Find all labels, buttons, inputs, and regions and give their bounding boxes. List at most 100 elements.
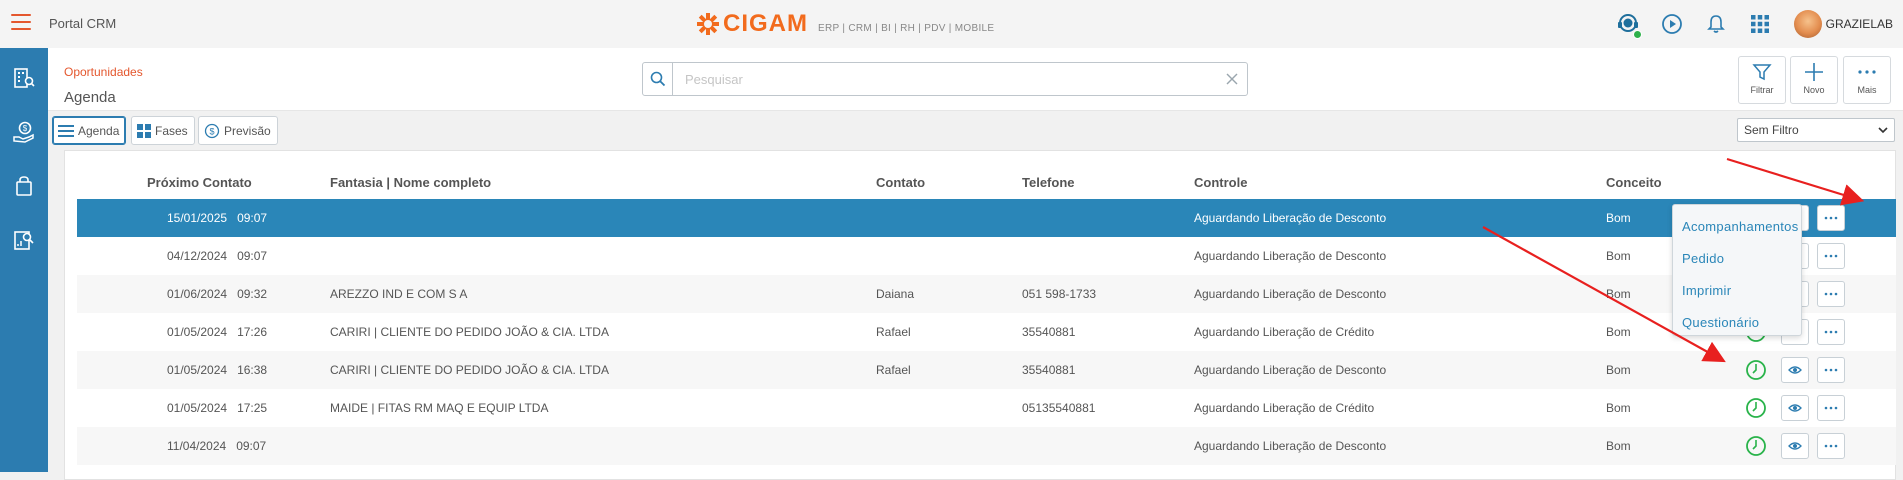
row-more-button[interactable] bbox=[1817, 205, 1845, 231]
new-button[interactable]: Novo bbox=[1790, 56, 1838, 104]
filter-icon bbox=[1752, 64, 1772, 81]
menu-item-questionario[interactable]: Questionário bbox=[1673, 307, 1801, 339]
more-dots-icon bbox=[1824, 444, 1838, 448]
row-more-button[interactable] bbox=[1817, 319, 1845, 345]
video-play-button[interactable] bbox=[1652, 4, 1692, 44]
search-input[interactable] bbox=[673, 64, 1217, 94]
svg-text:$: $ bbox=[209, 126, 214, 136]
grid-area: Próximo Contato Fantasia | Nome completo… bbox=[48, 148, 1903, 480]
search-icon bbox=[650, 71, 665, 87]
time-value: 09:07 bbox=[236, 439, 267, 453]
view-button[interactable] bbox=[1781, 433, 1809, 459]
filter-select-value: Sem Filtro bbox=[1744, 123, 1799, 137]
name-cell: CARIRI | CLIENTE DO PEDIDO JOÃO & CIA. L… bbox=[330, 313, 876, 351]
building-search-icon bbox=[14, 68, 35, 88]
table-row[interactable]: 04/12/2024 09:07 Aguardando Liberação de … bbox=[77, 237, 1896, 275]
contact-cell: Rafael bbox=[876, 351, 1022, 389]
control-cell: Aguardando Liberação de Desconto bbox=[1194, 237, 1606, 275]
close-icon bbox=[1226, 73, 1238, 85]
next-contact-cell: 01/05/2024 16:38 bbox=[147, 351, 330, 389]
concept-cell: Bom bbox=[1606, 427, 1745, 465]
opportunities-card: Próximo Contato Fantasia | Nome completo… bbox=[64, 150, 1896, 480]
sidebar-item-bag[interactable] bbox=[0, 162, 48, 210]
column-header-contact[interactable]: Contato bbox=[876, 165, 1022, 199]
top-bar: Portal CRM CIGAM ERP | CRM | BI | RH | P… bbox=[0, 0, 1903, 48]
row-more-button[interactable] bbox=[1817, 357, 1845, 383]
table-row[interactable]: 01/05/2024 16:38 CARIRI | CLIENTE DO PEDI… bbox=[77, 351, 1896, 389]
apps-grid-button[interactable] bbox=[1740, 4, 1780, 44]
table-row[interactable]: 01/05/2024 17:26 CARIRI | CLIENTE DO PEDI… bbox=[77, 313, 1896, 351]
table-row[interactable]: 15/01/2025 09:07 Aguardando Liberação de … bbox=[77, 199, 1896, 237]
sidebar-item-building-search[interactable] bbox=[0, 54, 48, 102]
plus-icon bbox=[1805, 63, 1823, 81]
more-button[interactable]: Mais bbox=[1843, 56, 1891, 104]
filter-select[interactable]: Sem Filtro bbox=[1737, 118, 1895, 142]
menu-item-acompanhamentos[interactable]: Acompanhamentos bbox=[1673, 211, 1801, 243]
date-value: 01/05/2024 bbox=[167, 325, 228, 339]
sidebar: $ bbox=[0, 48, 48, 472]
more-dots-icon bbox=[1824, 216, 1838, 220]
clock-icon[interactable] bbox=[1745, 359, 1767, 381]
search-button[interactable] bbox=[643, 63, 673, 95]
time-value: 09:32 bbox=[237, 287, 268, 301]
logo-subtitle: ERP | CRM | BI | RH | PDV | MOBILE bbox=[818, 22, 995, 34]
money-circle-icon: $ bbox=[204, 123, 220, 139]
menu-item-pedido[interactable]: Pedido bbox=[1673, 243, 1801, 275]
row-more-button[interactable] bbox=[1817, 433, 1845, 459]
column-header-name[interactable]: Fantasia | Nome completo bbox=[330, 165, 876, 199]
play-circle-icon bbox=[1661, 14, 1682, 34]
tab-fases-label: Fases bbox=[155, 123, 188, 138]
time-value: 09:07 bbox=[237, 211, 268, 225]
date-value: 11/04/2024 bbox=[167, 439, 227, 453]
column-header-phone[interactable]: Telefone bbox=[1022, 165, 1194, 199]
next-contact-cell: 01/05/2024 17:25 bbox=[147, 389, 330, 427]
row-actions-cell bbox=[1745, 389, 1896, 427]
clock-icon[interactable] bbox=[1745, 397, 1767, 419]
menu-item-imprimir[interactable]: Imprimir bbox=[1673, 275, 1801, 307]
table-row[interactable]: 11/04/2024 09:07 Aguardando Liberação de … bbox=[77, 427, 1896, 465]
notifications-button[interactable] bbox=[1696, 4, 1736, 44]
row-more-button[interactable] bbox=[1817, 243, 1845, 269]
time-value: 16:38 bbox=[237, 363, 268, 377]
page-title: Agenda bbox=[64, 89, 116, 106]
row-actions-dropdown: Acompanhamentos Pedido Imprimir Question… bbox=[1672, 204, 1802, 336]
more-label: Mais bbox=[1857, 85, 1877, 95]
shopping-bag-icon bbox=[16, 176, 32, 196]
control-cell: Aguardando Liberação de Crédito bbox=[1194, 313, 1606, 351]
more-dots-icon bbox=[1824, 368, 1838, 372]
date-value: 01/05/2024 bbox=[167, 363, 228, 377]
breadcrumb[interactable]: Oportunidades bbox=[64, 65, 143, 79]
column-header-control[interactable]: Controle bbox=[1194, 165, 1606, 199]
sidebar-item-report[interactable] bbox=[0, 216, 48, 264]
column-header-next-contact[interactable]: Próximo Contato bbox=[147, 165, 330, 199]
cigam-logo-icon bbox=[697, 13, 719, 35]
column-header-concept[interactable]: Conceito bbox=[1606, 165, 1745, 199]
tab-agenda[interactable]: Agenda bbox=[52, 116, 127, 145]
table-row[interactable]: 01/05/2024 17:25 MAIDE | FITAS RM MAQ E E… bbox=[77, 389, 1896, 427]
sidebar-item-money[interactable]: $ bbox=[0, 108, 48, 156]
top-icons: GRAZIELAB bbox=[1604, 0, 1903, 48]
time-value: 17:25 bbox=[237, 401, 268, 415]
money-hand-icon: $ bbox=[13, 121, 34, 143]
name-cell bbox=[330, 427, 876, 465]
hamburger-menu-icon[interactable] bbox=[11, 14, 31, 30]
clock-icon[interactable] bbox=[1745, 435, 1767, 457]
row-more-button[interactable] bbox=[1817, 281, 1845, 307]
more-dots-icon bbox=[1824, 292, 1838, 296]
view-button[interactable] bbox=[1781, 357, 1809, 383]
contact-cell: Rafael bbox=[876, 313, 1022, 351]
apps-grid-icon bbox=[1750, 15, 1769, 33]
user-avatar[interactable] bbox=[1793, 10, 1822, 38]
tab-fases[interactable]: Fases bbox=[131, 116, 195, 145]
date-value: 01/05/2024 bbox=[167, 401, 228, 415]
support-agent-button[interactable] bbox=[1608, 4, 1648, 44]
time-value: 17:26 bbox=[237, 325, 268, 339]
concept-cell: Bom bbox=[1606, 389, 1745, 427]
view-button[interactable] bbox=[1781, 395, 1809, 421]
clear-search-button[interactable] bbox=[1217, 64, 1247, 94]
filter-button[interactable]: Filtrar bbox=[1738, 56, 1786, 104]
table-row[interactable]: 01/06/2024 09:32 AREZZO IND E COM S A Daia… bbox=[77, 275, 1896, 313]
row-more-button[interactable] bbox=[1817, 395, 1845, 421]
username[interactable]: GRAZIELAB bbox=[1826, 17, 1893, 31]
tab-previsao[interactable]: $ Previsão bbox=[198, 116, 278, 145]
